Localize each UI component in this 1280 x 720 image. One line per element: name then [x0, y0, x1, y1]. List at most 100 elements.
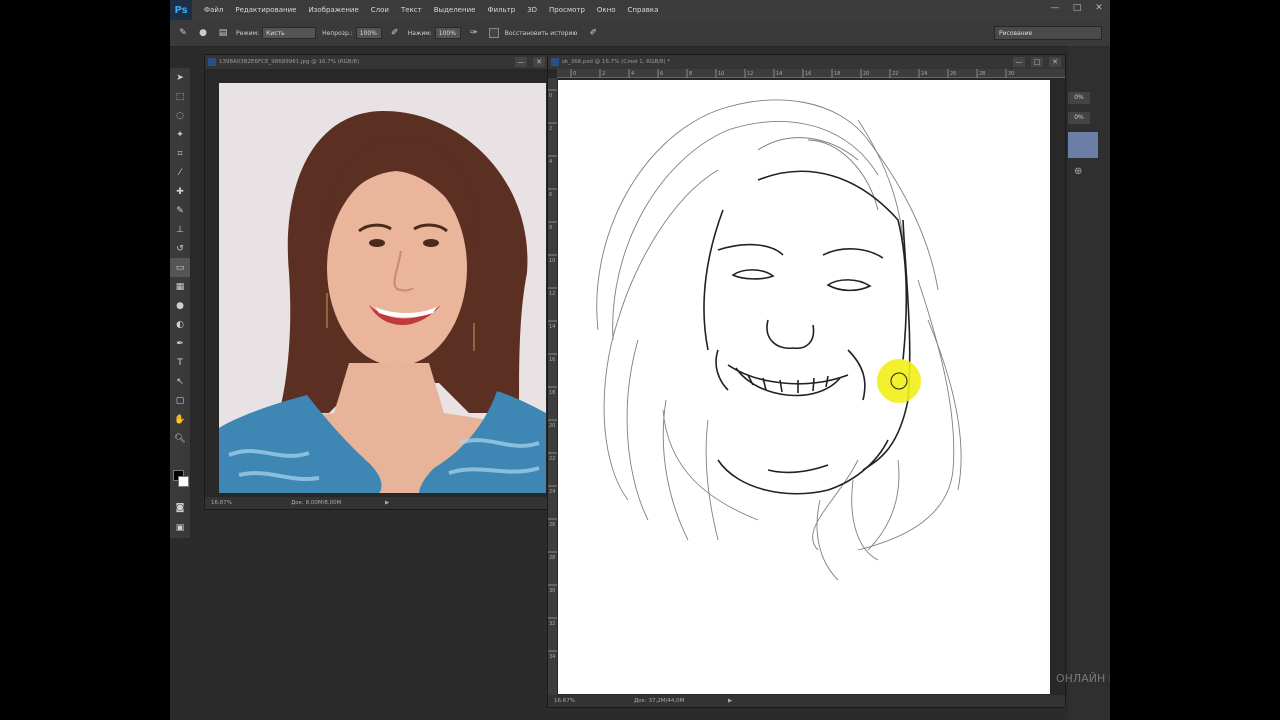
- sketch-document-window: sk_366.psd @ 16.7% (Слой 1, RGB/8) * — □…: [547, 54, 1066, 708]
- ruler-v-label: 0: [549, 93, 552, 99]
- horizontal-ruler[interactable]: 0 2 4 6 8 10 12 14 16 18 20 22 24 26 28 30: [557, 69, 1065, 78]
- cursor-highlight: [877, 359, 921, 403]
- ruler-v-label: 28: [549, 555, 555, 561]
- flow-label: Нажим:: [407, 29, 432, 37]
- screen-mode-icon[interactable]: ▣: [170, 518, 190, 537]
- shape-icon[interactable]: ▢: [170, 391, 190, 410]
- right-dock: 0% 0% ⊕: [1068, 46, 1110, 720]
- stamp-icon[interactable]: ⊥: [170, 220, 190, 239]
- ruler-v-label: 30: [549, 588, 555, 594]
- crop-icon[interactable]: ⌗: [170, 144, 190, 163]
- type-icon[interactable]: T: [170, 353, 190, 372]
- reference-doc-minimize[interactable]: —: [515, 57, 527, 67]
- reference-status-arrow-icon[interactable]: ▶: [385, 497, 389, 509]
- sketch-status-arrow-icon[interactable]: ▶: [728, 695, 732, 707]
- layer-thumbnail[interactable]: [1068, 132, 1098, 158]
- menu-view[interactable]: Просмотр: [543, 6, 591, 14]
- photoshop-window: Ps Файл Редактирование Изображение Слои …: [170, 0, 1110, 720]
- reference-doc-title-text: 1398A03B2E6FCE_98689961.jpg @ 16.7% (RGB…: [219, 59, 360, 65]
- opacity-field[interactable]: 100%: [355, 27, 382, 39]
- gradient-icon[interactable]: ▦: [170, 277, 190, 296]
- sketch-zoom[interactable]: 16.67%: [554, 695, 575, 707]
- sketch-doc-close[interactable]: ✕: [1049, 57, 1061, 67]
- ruler-v-label: 20: [549, 423, 555, 429]
- menu-bar: Ps Файл Редактирование Изображение Слои …: [170, 0, 1110, 20]
- reference-doc-close[interactable]: ✕: [533, 57, 545, 67]
- healing-icon[interactable]: ✚: [170, 182, 190, 201]
- eraser-icon[interactable]: ▭: [170, 258, 190, 277]
- pen-icon[interactable]: ✒: [170, 334, 190, 353]
- ruler-v-label: 24: [549, 489, 555, 495]
- sketch-status-bar: 16.67% Док: 37,2M/44,0M ▶: [548, 695, 1065, 707]
- sketch-canvas[interactable]: [558, 80, 1050, 694]
- close-button[interactable]: ✕: [1094, 3, 1104, 13]
- quick-mask-icon[interactable]: ◙: [170, 498, 190, 517]
- sketch-doc-maximize[interactable]: □: [1031, 57, 1043, 67]
- menu-type[interactable]: Текст: [395, 6, 428, 14]
- ruler-v-label: 8: [549, 225, 552, 231]
- workspace-select[interactable]: Рисование: [994, 26, 1102, 40]
- ruler-h-label: 12: [747, 71, 753, 77]
- ruler-v-label: 10: [549, 258, 555, 264]
- zoom-icon[interactable]: 🔍︎: [170, 429, 190, 448]
- blur-icon[interactable]: ●: [170, 296, 190, 315]
- reference-doc-buttons: — ✕: [515, 57, 545, 67]
- fill-mini-field[interactable]: 0%: [1068, 112, 1090, 124]
- airbrush-icon[interactable]: ✑: [467, 26, 481, 40]
- vertical-ruler[interactable]: 0 2 4 6 8 10 12 14 16 18 20 22 24 26 28 30 32 34: [548, 78, 557, 695]
- lasso-icon[interactable]: ◌: [170, 106, 190, 125]
- ruler-v-label: 16: [549, 357, 555, 363]
- mode-label: Режим:: [236, 29, 260, 37]
- menu-file[interactable]: Файл: [198, 6, 229, 14]
- ruler-h-label: 10: [718, 71, 724, 77]
- brush-size-icon[interactable]: ●: [196, 26, 210, 40]
- path-select-icon[interactable]: ↖: [170, 372, 190, 391]
- move-icon[interactable]: ➤: [170, 68, 190, 87]
- sketch-doc-buttons: — □ ✕: [1013, 57, 1061, 67]
- menu-image[interactable]: Изображение: [302, 6, 364, 14]
- pressure-opacity-icon[interactable]: ✐: [388, 26, 402, 40]
- menu-help[interactable]: Справка: [622, 6, 665, 14]
- ruler-v-label: 14: [549, 324, 555, 330]
- tools-panel: ➤ ⬚ ◌ ✦ ⌗ ⁄ ✚ ✎ ⊥ ↺ ▭ ▦ ● ◐ ✒ T ↖ ▢ ✋ 🔍︎…: [170, 68, 191, 538]
- horizontal-ruler-svg: 0 2 4 6 8 10 12 14 16 18 20 22 24 26 28 30: [557, 69, 1065, 78]
- eyedropper-icon[interactable]: ⁄: [170, 163, 190, 182]
- ruler-v-label: 18: [549, 390, 555, 396]
- quick-select-icon[interactable]: ✦: [170, 125, 190, 144]
- menu-3d[interactable]: 3D: [521, 6, 543, 14]
- ruler-h-label: 4: [631, 71, 634, 77]
- ruler-h-label: 6: [660, 71, 663, 77]
- jpg-file-icon: [208, 58, 216, 66]
- reference-doc-title[interactable]: 1398A03B2E6FCE_98689961.jpg @ 16.7% (RGB…: [205, 55, 549, 69]
- opacity-mini-field[interactable]: 0%: [1068, 92, 1090, 104]
- brush-panel-icon[interactable]: ▤: [216, 26, 230, 40]
- flow-field[interactable]: 100%: [434, 27, 461, 39]
- brush-icon[interactable]: ✎: [170, 201, 190, 220]
- restore-history-checkbox[interactable]: [488, 28, 499, 38]
- menu-layer[interactable]: Слои: [365, 6, 395, 14]
- minimize-button[interactable]: —: [1050, 3, 1060, 13]
- ruler-h-label: 16: [805, 71, 811, 77]
- sketch-doc-title[interactable]: sk_366.psd @ 16.7% (Слой 1, RGB/8) * — □…: [548, 55, 1065, 69]
- hand-icon[interactable]: ✋: [170, 410, 190, 429]
- ruler-v-label: 4: [549, 159, 552, 165]
- dodge-icon[interactable]: ◐: [170, 315, 190, 334]
- restore-history-label: Восстановить историю: [504, 29, 578, 37]
- mode-select[interactable]: Кисть: [262, 27, 317, 39]
- reference-zoom[interactable]: 16.67%: [211, 497, 232, 509]
- eraser-preset-icon[interactable]: ✎: [176, 26, 190, 40]
- ruler-h-label: 8: [689, 71, 692, 77]
- history-brush-icon[interactable]: ↺: [170, 239, 190, 258]
- background-color[interactable]: [178, 476, 189, 487]
- menu-window[interactable]: Окно: [591, 6, 622, 14]
- marquee-icon[interactable]: ⬚: [170, 87, 190, 106]
- menu-filter[interactable]: Фильтр: [481, 6, 521, 14]
- ruler-v-label: 12: [549, 291, 555, 297]
- pressure-size-icon[interactable]: ✐: [586, 26, 600, 40]
- lock-icon[interactable]: ⊕: [1074, 166, 1082, 177]
- maximize-button[interactable]: □: [1072, 3, 1082, 13]
- ruler-v-label: 32: [549, 621, 555, 627]
- sketch-doc-minimize[interactable]: —: [1013, 57, 1025, 67]
- menu-edit[interactable]: Редактирование: [229, 6, 302, 14]
- menu-select[interactable]: Выделение: [428, 6, 482, 14]
